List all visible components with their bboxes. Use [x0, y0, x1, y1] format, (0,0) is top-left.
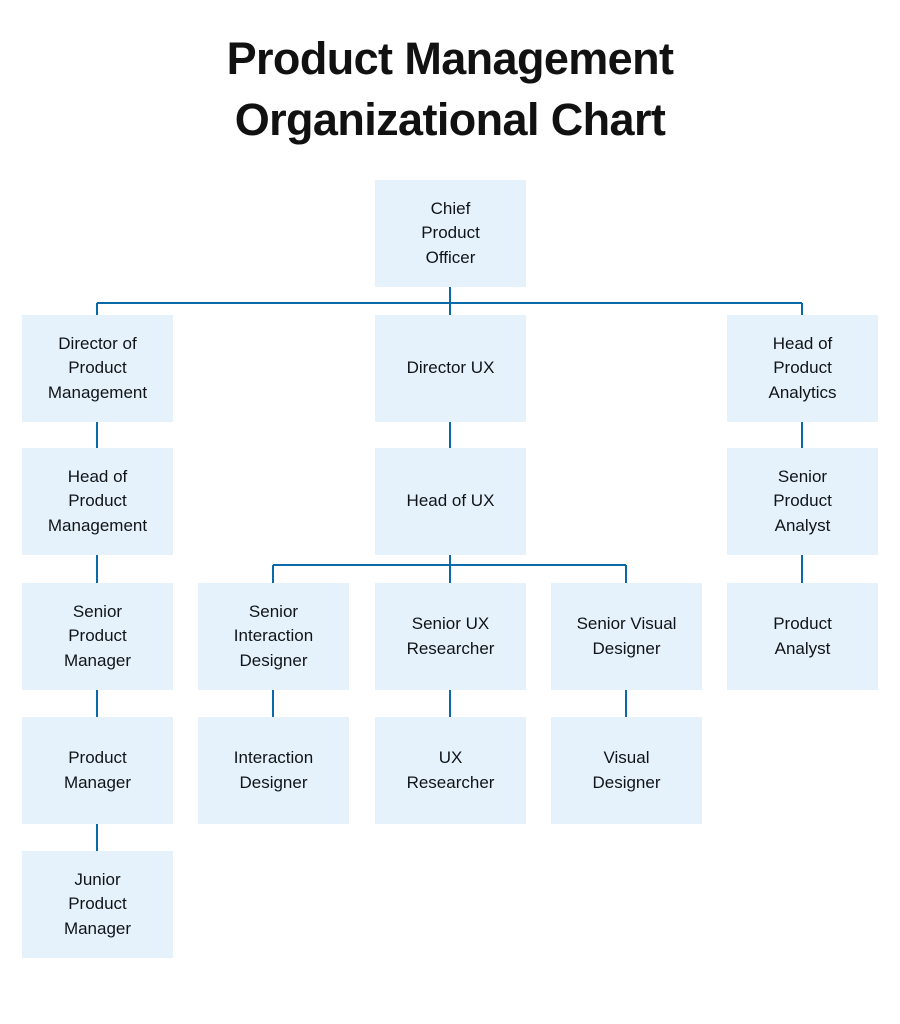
org-node-head-product-management[interactable]: Head of Product Management — [22, 448, 173, 555]
org-node-label: Visual Designer — [592, 748, 661, 792]
org-node-label: UX Researcher — [406, 748, 495, 792]
org-chart-canvas: Product Management Organizational Chart … — [0, 0, 900, 1024]
node-layer: Chief Product Officer Director of Product… — [0, 0, 900, 1024]
org-node-senior-ux-researcher[interactable]: Senior UX Researcher — [375, 583, 526, 690]
org-node-label: Head of UX — [406, 491, 495, 511]
org-node-head-ux[interactable]: Head of UX — [375, 448, 526, 555]
org-node-label: Interaction Designer — [233, 748, 314, 792]
org-node-director-product-management[interactable]: Director of Product Management — [22, 315, 173, 422]
org-node-interaction-designer[interactable]: Interaction Designer — [198, 717, 349, 824]
org-node-head-product-analytics[interactable]: Head of Product Analytics — [727, 315, 878, 422]
org-node-label: Senior Interaction Designer — [233, 601, 314, 670]
org-node-junior-product-manager[interactable]: Junior Product Manager — [22, 851, 173, 958]
org-node-label: Product Manager — [63, 748, 132, 792]
org-node-director-ux[interactable]: Director UX — [375, 315, 526, 422]
org-node-product-analyst[interactable]: Product Analyst — [727, 583, 878, 690]
org-node-label: Senior Product Analyst — [773, 466, 832, 535]
org-node-label: Chief Product Officer — [421, 198, 480, 267]
org-node-product-manager[interactable]: Product Manager — [22, 717, 173, 824]
org-node-label: Junior Product Manager — [63, 869, 132, 938]
org-node-label: Senior Product Manager — [63, 601, 132, 670]
org-node-senior-product-manager[interactable]: Senior Product Manager — [22, 583, 173, 690]
org-node-ux-researcher[interactable]: UX Researcher — [375, 717, 526, 824]
org-node-senior-interaction-designer[interactable]: Senior Interaction Designer — [198, 583, 349, 690]
org-node-cpo[interactable]: Chief Product Officer — [375, 180, 526, 287]
org-node-label: Head of Product Management — [47, 466, 148, 535]
org-node-senior-product-analyst[interactable]: Senior Product Analyst — [727, 448, 878, 555]
org-node-visual-designer[interactable]: Visual Designer — [551, 717, 702, 824]
org-node-label: Senior Visual Designer — [576, 614, 677, 658]
org-node-label: Head of Product Analytics — [768, 333, 837, 402]
org-node-label: Director of Product Management — [47, 333, 148, 402]
org-node-label: Product Analyst — [773, 614, 832, 658]
org-node-senior-visual-designer[interactable]: Senior Visual Designer — [551, 583, 702, 690]
org-node-label: Senior UX Researcher — [406, 614, 495, 658]
org-node-label: Director UX — [406, 358, 495, 378]
